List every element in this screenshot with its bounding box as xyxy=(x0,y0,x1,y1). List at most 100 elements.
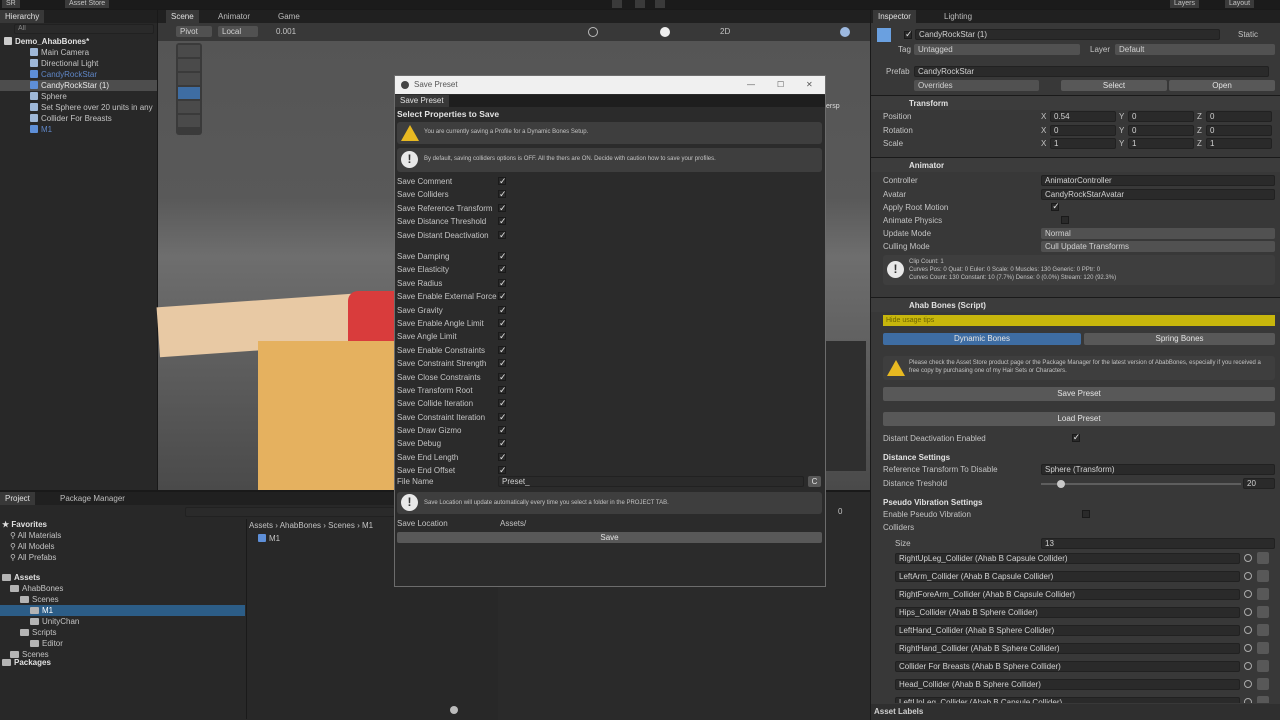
collider-list-item[interactable]: Hips_Collider (Ahab B Sphere Collider) xyxy=(895,605,1277,621)
static-label[interactable]: Static xyxy=(1238,30,1258,39)
preset-option-row[interactable]: Save Constraint Strength xyxy=(397,357,512,370)
remove-item-icon[interactable] xyxy=(1257,606,1269,618)
remove-item-icon[interactable] xyxy=(1257,624,1269,636)
object-picker-icon[interactable] xyxy=(1244,698,1252,703)
transform-z-input[interactable]: 1 xyxy=(1206,138,1272,149)
hierarchy-item-directional-light[interactable]: Directional Light xyxy=(30,58,98,69)
preset-option-checkbox[interactable] xyxy=(498,277,507,290)
preset-option-row[interactable]: Save Distant Deactivation xyxy=(397,229,512,242)
preset-option-row[interactable]: Save Gravity xyxy=(397,304,512,317)
object-picker-icon[interactable] xyxy=(1244,608,1252,616)
enable-pseudo-checkbox[interactable] xyxy=(1081,510,1090,518)
preset-option-row[interactable]: Save Enable Angle Limit xyxy=(397,317,512,330)
preset-option-checkbox[interactable] xyxy=(498,175,507,188)
hierarchy-item-m1[interactable]: M1 xyxy=(30,124,52,135)
tag-dropdown[interactable]: Untagged xyxy=(914,44,1080,55)
collider-object-field[interactable]: LeftArm_Collider (Ahab B Capsule Collide… xyxy=(895,571,1240,582)
preset-option-checkbox[interactable] xyxy=(498,344,507,357)
remove-item-icon[interactable] xyxy=(1257,588,1269,600)
preset-option-checkbox[interactable] xyxy=(498,330,507,344)
save-button[interactable]: Save xyxy=(397,532,822,543)
collider-list-item[interactable]: LeftUpLeg_Collider (Ahab B Capsule Colli… xyxy=(895,695,1277,703)
preset-option-row[interactable]: Save Reference Transform xyxy=(397,202,512,215)
transform-x-input[interactable]: 1 xyxy=(1050,138,1116,149)
colliders-foldout[interactable]: Colliders xyxy=(883,523,914,532)
preset-option-row[interactable]: Save Enable Constraints xyxy=(397,344,512,357)
tab-lighting[interactable]: Lighting xyxy=(939,10,977,23)
preset-option-row[interactable]: Save Collide Iteration xyxy=(397,397,512,410)
project-item-m1[interactable]: M1 xyxy=(258,533,280,544)
remove-item-icon[interactable] xyxy=(1257,570,1269,582)
size-input[interactable]: 13 xyxy=(1041,538,1275,549)
preset-option-checkbox[interactable] xyxy=(498,215,507,229)
collider-object-field[interactable]: RightHand_Collider (Ahab B Sphere Collid… xyxy=(895,643,1240,654)
pivot-dropdown[interactable]: Pivot xyxy=(176,26,212,37)
object-picker-icon[interactable] xyxy=(1244,572,1252,580)
collider-object-field[interactable]: RightForeArm_Collider (Ahab B Capsule Co… xyxy=(895,589,1240,600)
preset-option-row[interactable]: Save Colliders xyxy=(397,188,512,201)
favorite-all-materials[interactable]: ⚲ All Materials xyxy=(10,530,61,541)
preset-option-checkbox[interactable] xyxy=(498,397,507,411)
tab-hierarchy[interactable]: Hierarchy xyxy=(0,10,45,23)
distance-treshold-input[interactable]: 20 xyxy=(1243,478,1275,489)
favorites-header[interactable]: ★ Favorites xyxy=(2,519,47,530)
tab-dynamic-bones[interactable]: Dynamic Bones xyxy=(883,333,1081,345)
preset-option-row[interactable]: Save Constraint Iteration xyxy=(397,411,512,424)
hierarchy-item-set-sphere[interactable]: Set Sphere over 20 units in any xyxy=(30,102,157,113)
rect-tool-icon[interactable] xyxy=(178,101,200,113)
collider-list-item[interactable]: Head_Collider (Ahab B Sphere Collider) xyxy=(895,677,1277,693)
play-button[interactable] xyxy=(612,0,622,8)
preset-option-checkbox[interactable] xyxy=(498,317,507,330)
preset-option-row[interactable]: Save Draw Gizmo xyxy=(397,424,512,437)
object-picker-icon[interactable] xyxy=(1244,590,1252,598)
tree-m1[interactable]: M1 xyxy=(0,605,245,616)
object-picker-icon[interactable] xyxy=(1244,554,1252,562)
overrides-dropdown[interactable]: Overrides xyxy=(914,80,1039,91)
globe-icon[interactable] xyxy=(588,27,598,37)
transform-z-input[interactable]: 0 xyxy=(1206,111,1272,122)
file-name-input[interactable]: Preset_ xyxy=(498,476,804,487)
gizmos-icon[interactable] xyxy=(840,27,850,37)
controller-field[interactable]: AnimatorController xyxy=(1041,175,1275,186)
transform-y-input[interactable]: 0 xyxy=(1128,124,1194,136)
step-button[interactable] xyxy=(655,0,665,8)
ahab-bones-header[interactable]: Ahab Bones (Script) xyxy=(871,297,1280,312)
animate-physics-checkbox[interactable] xyxy=(1061,216,1070,224)
hierarchy-item-candyrockstar-1[interactable]: CandyRockStar (1) xyxy=(0,80,157,91)
persp-label[interactable]: ersp xyxy=(826,103,840,110)
object-picker-icon[interactable] xyxy=(1244,644,1252,652)
hierarchy-item-collider-for-breasts[interactable]: Collider For Breasts xyxy=(30,113,112,124)
avatar-field[interactable]: CandyRockStarAvatar xyxy=(1041,189,1275,200)
collider-list-item[interactable]: RightHand_Collider (Ahab B Sphere Collid… xyxy=(895,641,1277,657)
apply-root-motion-checkbox[interactable] xyxy=(1051,201,1060,212)
preset-option-checkbox[interactable] xyxy=(498,437,507,451)
object-picker-icon[interactable] xyxy=(1244,626,1252,634)
hierarchy-item-sphere[interactable]: Sphere xyxy=(30,91,67,102)
preset-option-row[interactable]: Save Close Constraints xyxy=(397,371,512,384)
preset-option-row[interactable]: Save Transform Root xyxy=(397,384,512,397)
preset-option-checkbox[interactable] xyxy=(498,229,507,242)
layout-dropdown[interactable]: Layout xyxy=(1225,0,1255,8)
rotate-tool-icon[interactable] xyxy=(178,73,200,85)
preset-option-row[interactable]: Save Elasticity xyxy=(397,263,512,276)
snap-value[interactable]: 0.001 xyxy=(276,26,296,37)
tab-inspector[interactable]: Inspector xyxy=(873,10,916,23)
transform-y-input[interactable]: 0 xyxy=(1128,111,1194,122)
zoom-slider-handle[interactable] xyxy=(450,706,458,714)
maximize-icon[interactable]: ☐ xyxy=(777,76,784,94)
preset-option-checkbox[interactable] xyxy=(498,290,507,304)
preset-option-checkbox[interactable] xyxy=(498,451,507,464)
favorite-all-models[interactable]: ⚲ All Models xyxy=(10,541,55,552)
tree-editor[interactable]: Editor xyxy=(30,638,63,649)
preset-option-checkbox[interactable] xyxy=(498,304,507,317)
transform-y-input[interactable]: 1 xyxy=(1128,138,1194,149)
preset-option-checkbox[interactable] xyxy=(498,464,507,478)
asset-labels-bar[interactable]: Asset Labels xyxy=(871,704,1280,720)
collider-object-field[interactable]: LeftUpLeg_Collider (Ahab B Capsule Colli… xyxy=(895,697,1240,703)
distant-deactivation-checkbox[interactable] xyxy=(1071,432,1080,443)
tab-scene[interactable]: Scene xyxy=(166,10,199,23)
layers-dropdown[interactable]: Layers xyxy=(1170,0,1200,8)
preset-option-checkbox[interactable] xyxy=(498,371,507,384)
minimize-icon[interactable]: — xyxy=(747,76,755,94)
2d-toggle[interactable]: 2D xyxy=(720,26,730,37)
